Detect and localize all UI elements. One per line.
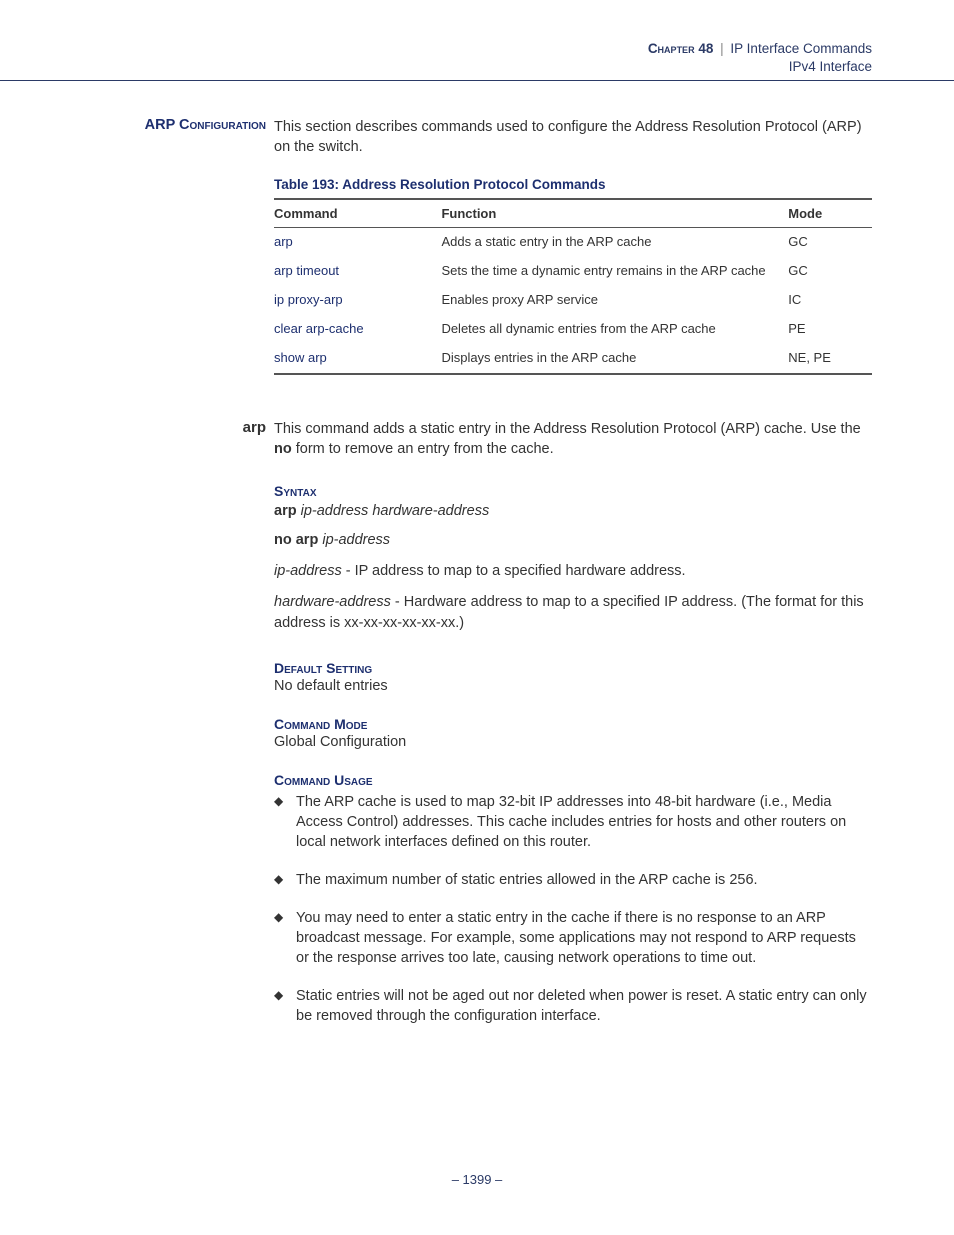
cmd-mode: GC: [788, 228, 872, 257]
th-command: Command: [274, 199, 441, 228]
th-mode: Mode: [788, 199, 872, 228]
syntax-line: no arp ip-address: [274, 530, 872, 551]
cmd-link[interactable]: show arp: [274, 344, 441, 374]
default-setting-heading: Default Setting: [274, 660, 872, 676]
default-setting-text: No default entries: [274, 678, 872, 694]
command-description: This command adds a static entry in the …: [274, 419, 872, 459]
param-description: ip-address - IP address to map to a spec…: [274, 561, 872, 582]
page-number: – 1399 –: [0, 1172, 954, 1187]
cmd-link[interactable]: clear arp-cache: [274, 315, 441, 344]
section-intro: This section describes commands used to …: [274, 117, 872, 157]
usage-list: The ARP cache is used to map 32-bit IP a…: [274, 792, 872, 1026]
table-row: arp Adds a static entry in the ARP cache…: [274, 228, 872, 257]
table-row: show arp Displays entries in the ARP cac…: [274, 344, 872, 374]
command-name-label: arp: [243, 419, 266, 436]
cmd-fn: Deletes all dynamic entries from the ARP…: [441, 315, 788, 344]
cmd-fn: Sets the time a dynamic entry remains in…: [441, 257, 788, 286]
chapter-number: 48: [698, 41, 713, 56]
chapter-title: IP Interface Commands: [730, 41, 872, 56]
cmd-mode: GC: [788, 257, 872, 286]
cmd-mode: NE, PE: [788, 344, 872, 374]
command-mode-text: Global Configuration: [274, 734, 872, 750]
table-title: Table 193: Address Resolution Protocol C…: [274, 177, 872, 192]
chapter-subtitle: IPv4 Interface: [82, 58, 872, 76]
cmd-fn: Adds a static entry in the ARP cache: [441, 228, 788, 257]
table-row: clear arp-cache Deletes all dynamic entr…: [274, 315, 872, 344]
commands-table: Command Function Mode arp Adds a static …: [274, 198, 872, 374]
cmd-mode: IC: [788, 286, 872, 315]
header-divider: |: [720, 41, 724, 56]
command-usage-heading: Command Usage: [274, 772, 872, 788]
table-row: ip proxy-arp Enables proxy ARP service I…: [274, 286, 872, 315]
cmd-link[interactable]: arp: [274, 228, 441, 257]
header-rule: [0, 80, 954, 81]
list-item: You may need to enter a static entry in …: [274, 908, 872, 968]
cmd-fn: Displays entries in the ARP cache: [441, 344, 788, 374]
param-description: hardware-address - Hardware address to m…: [274, 592, 872, 634]
list-item: Static entries will not be aged out nor …: [274, 986, 872, 1026]
section-label: ARP Configuration: [145, 117, 266, 133]
cmd-fn: Enables proxy ARP service: [441, 286, 788, 315]
table-row: arp timeout Sets the time a dynamic entr…: [274, 257, 872, 286]
chapter-prefix: Chapter: [648, 41, 695, 56]
cmd-link[interactable]: ip proxy-arp: [274, 286, 441, 315]
th-function: Function: [441, 199, 788, 228]
command-mode-heading: Command Mode: [274, 716, 872, 732]
list-item: The maximum number of static entries all…: [274, 870, 872, 890]
cmd-mode: PE: [788, 315, 872, 344]
list-item: The ARP cache is used to map 32-bit IP a…: [274, 792, 872, 852]
syntax-line: arp ip-address hardware-address: [274, 501, 872, 522]
syntax-heading: Syntax: [274, 483, 872, 499]
cmd-link[interactable]: arp timeout: [274, 257, 441, 286]
page-header: Chapter 48 | IP Interface Commands IPv4 …: [82, 40, 872, 76]
